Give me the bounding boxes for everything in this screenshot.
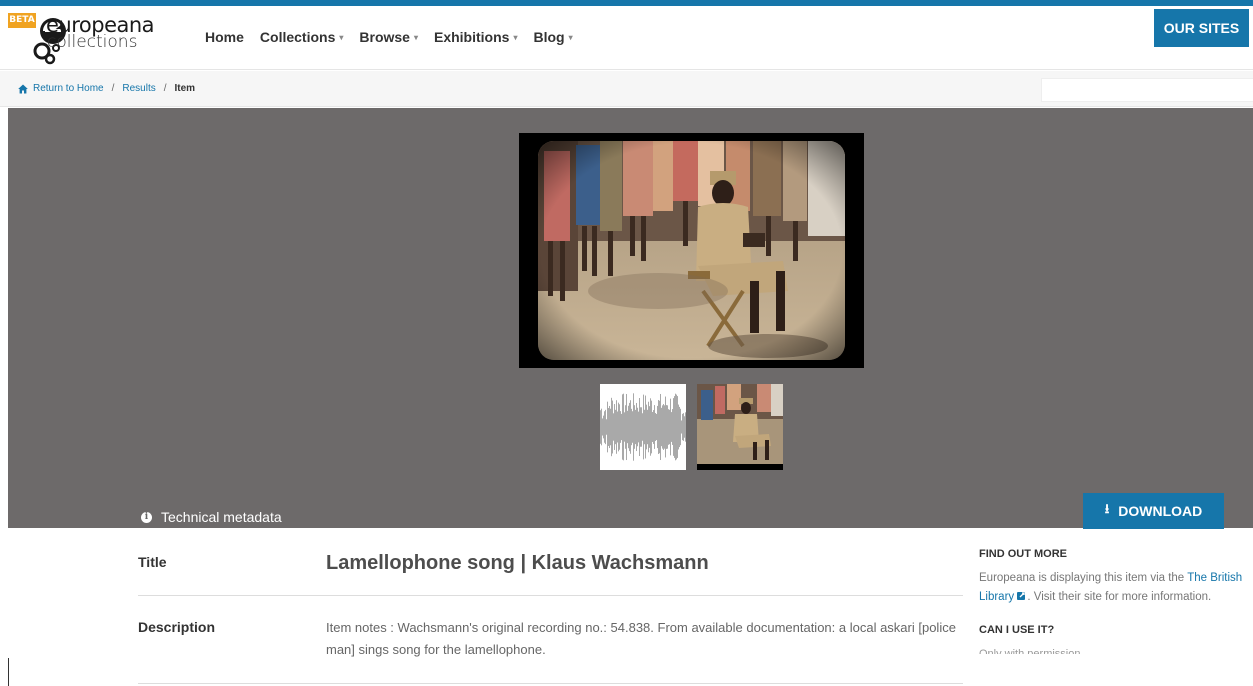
find-out-more-text: Europeana is displaying this item via th… (979, 569, 1244, 607)
download-label: DOWNLOAD (1118, 503, 1203, 519)
download-icon: ⭳ (1104, 501, 1110, 516)
main-photo-illustration (538, 141, 845, 360)
metadata-divider (138, 595, 963, 596)
nav-home-label: Home (205, 29, 244, 45)
metadata-title-row: Title Lamellophone song | Klaus Wachsman… (138, 552, 963, 592)
find-out-more-heading: FIND OUT MORE (979, 548, 1067, 560)
info-icon: i (141, 511, 152, 523)
media-viewer: i Technical metadata ⭳ DOWNLOAD (8, 108, 1253, 529)
item-description: Item notes : Wachsmann's original record… (326, 620, 956, 657)
nav-collections-label: Collections (259, 29, 336, 45)
audio-thumbnail[interactable] (600, 384, 686, 470)
download-button[interactable]: ⭳ DOWNLOAD (1083, 493, 1224, 529)
nav-home[interactable]: Home (205, 27, 244, 47)
breadcrumb-current: Item (174, 83, 196, 94)
logo-subtitle: collections (47, 32, 138, 52)
breadcrumb-separator: / (163, 83, 167, 94)
main-image-frame[interactable] (519, 133, 864, 368)
waveform-icon (600, 384, 686, 470)
photo-thumbnail[interactable] (697, 384, 783, 470)
nav-exhibitions[interactable]: Exhibitions ▾ (434, 27, 517, 47)
item-title: Lamellophone song | Klaus Wachsmann (326, 552, 709, 574)
search-input[interactable] (1041, 78, 1253, 102)
chevron-down-icon: ▾ (568, 32, 573, 42)
breadcrumb-results-link[interactable]: Results (122, 83, 155, 94)
can-i-use-it-text: Only with permission (979, 648, 1081, 654)
breadcrumb-home-label: Return to Home (33, 83, 104, 94)
metadata-divider (138, 683, 963, 684)
photo-thumbnail-image (697, 384, 783, 464)
breadcrumb-home-link[interactable]: Return to Home (18, 83, 104, 94)
nav-browse-label: Browse (359, 29, 410, 45)
chevron-down-icon: ▾ (413, 32, 418, 42)
side-panel: FIND OUT MORE Europeana is displaying th… (979, 548, 1244, 654)
nav-exhibitions-label: Exhibitions (433, 29, 510, 45)
left-edge-line (8, 658, 9, 686)
description-label: Description (138, 619, 216, 635)
title-label: Title (138, 554, 167, 570)
technical-metadata-label: Technical metadata (161, 509, 282, 525)
find-text-before: Europeana is displaying this item via th… (979, 572, 1188, 584)
breadcrumb: Return to Home / Results / Item (18, 83, 195, 94)
nav-blog[interactable]: Blog ▾ (533, 27, 572, 47)
technical-metadata-toggle[interactable]: i Technical metadata (141, 509, 282, 525)
our-sites-button[interactable]: OUR SITES (1154, 9, 1249, 47)
site-header: BETA europeana collections Home Collecti… (0, 6, 1253, 70)
nav-collections[interactable]: Collections ▾ (260, 27, 343, 47)
home-icon (18, 84, 28, 93)
breadcrumb-bar: Return to Home / Results / Item (0, 71, 1253, 107)
chevron-down-icon: ▾ (339, 32, 344, 42)
can-i-use-it-heading: CAN I USE IT? (979, 624, 1055, 636)
breadcrumb-separator: / (111, 83, 115, 94)
metadata-description-row: Description Item notes : Wachsmann's ori… (138, 617, 963, 667)
find-text-after: . Visit their site for more information. (1027, 591, 1212, 603)
main-nav: Home Collections ▾ Browse ▾ Exhibitions ▾ B… (205, 27, 589, 47)
main-image (538, 141, 845, 360)
external-link-icon (1017, 592, 1026, 600)
nav-browse[interactable]: Browse ▾ (359, 27, 418, 47)
europeana-logo[interactable]: europeana collections (30, 12, 190, 68)
nav-blog-label: Blog (533, 29, 565, 45)
chevron-down-icon: ▾ (513, 32, 518, 42)
